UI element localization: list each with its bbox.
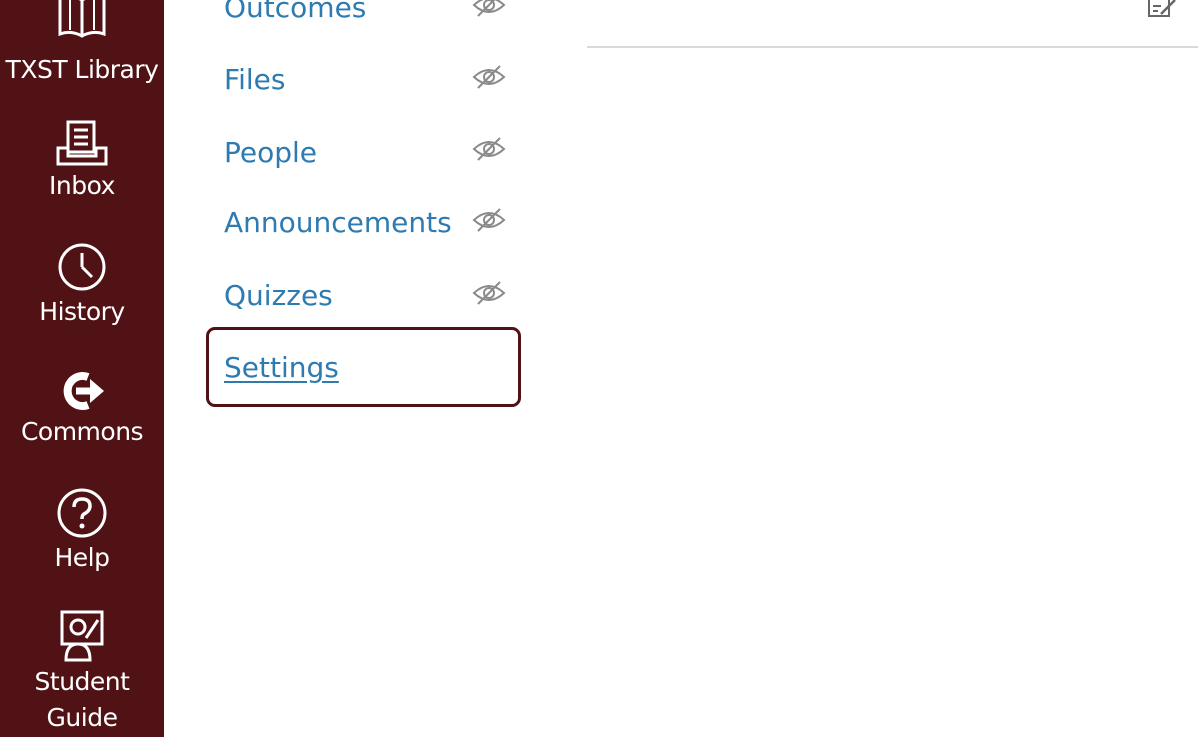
- inbox-icon: [56, 120, 108, 166]
- eye-slash-icon: [472, 137, 506, 161]
- nav-item-txst-library[interactable]: TXST Library: [0, 0, 164, 88]
- student-guide-icon: [60, 610, 104, 662]
- nav-label-history: History: [39, 297, 125, 326]
- nav-label-student-guide-line1: Student: [34, 667, 130, 696]
- nav-item-student-guide[interactable]: Student Guide: [0, 608, 164, 736]
- course-nav-announcements[interactable]: Announcements: [224, 205, 452, 241]
- nav-item-history[interactable]: History: [0, 242, 164, 330]
- course-nav-outcomes[interactable]: Outcomes: [224, 0, 366, 26]
- nav-item-help[interactable]: Help: [0, 486, 164, 576]
- edit-icon[interactable]: [1145, 0, 1177, 20]
- eye-slash-icon: [472, 65, 506, 89]
- help-icon: [57, 488, 107, 538]
- nav-label-help: Help: [54, 543, 111, 572]
- course-nav-settings[interactable]: Settings: [224, 350, 339, 386]
- nav-label-commons: Commons: [20, 417, 144, 446]
- header-divider: [587, 46, 1198, 48]
- course-nav-people[interactable]: People: [224, 135, 317, 171]
- nav-label-txst-library: TXST Library: [5, 55, 159, 84]
- commons-icon: [63, 372, 104, 410]
- nav-label-student-guide-line2: Guide: [46, 703, 118, 732]
- nav-item-inbox[interactable]: Inbox: [0, 118, 164, 204]
- course-nav-quizzes[interactable]: Quizzes: [224, 278, 333, 314]
- global-nav: TXST Library Inbox History Commons Help …: [0, 0, 164, 737]
- book-icon: [58, 0, 106, 38]
- clock-icon: [58, 243, 106, 291]
- course-nav-files[interactable]: Files: [224, 62, 285, 98]
- eye-slash-icon: [472, 208, 506, 232]
- eye-slash-icon: [472, 281, 506, 305]
- nav-item-commons[interactable]: Commons: [0, 368, 164, 450]
- nav-label-inbox: Inbox: [49, 171, 115, 200]
- eye-slash-icon: [472, 0, 506, 17]
